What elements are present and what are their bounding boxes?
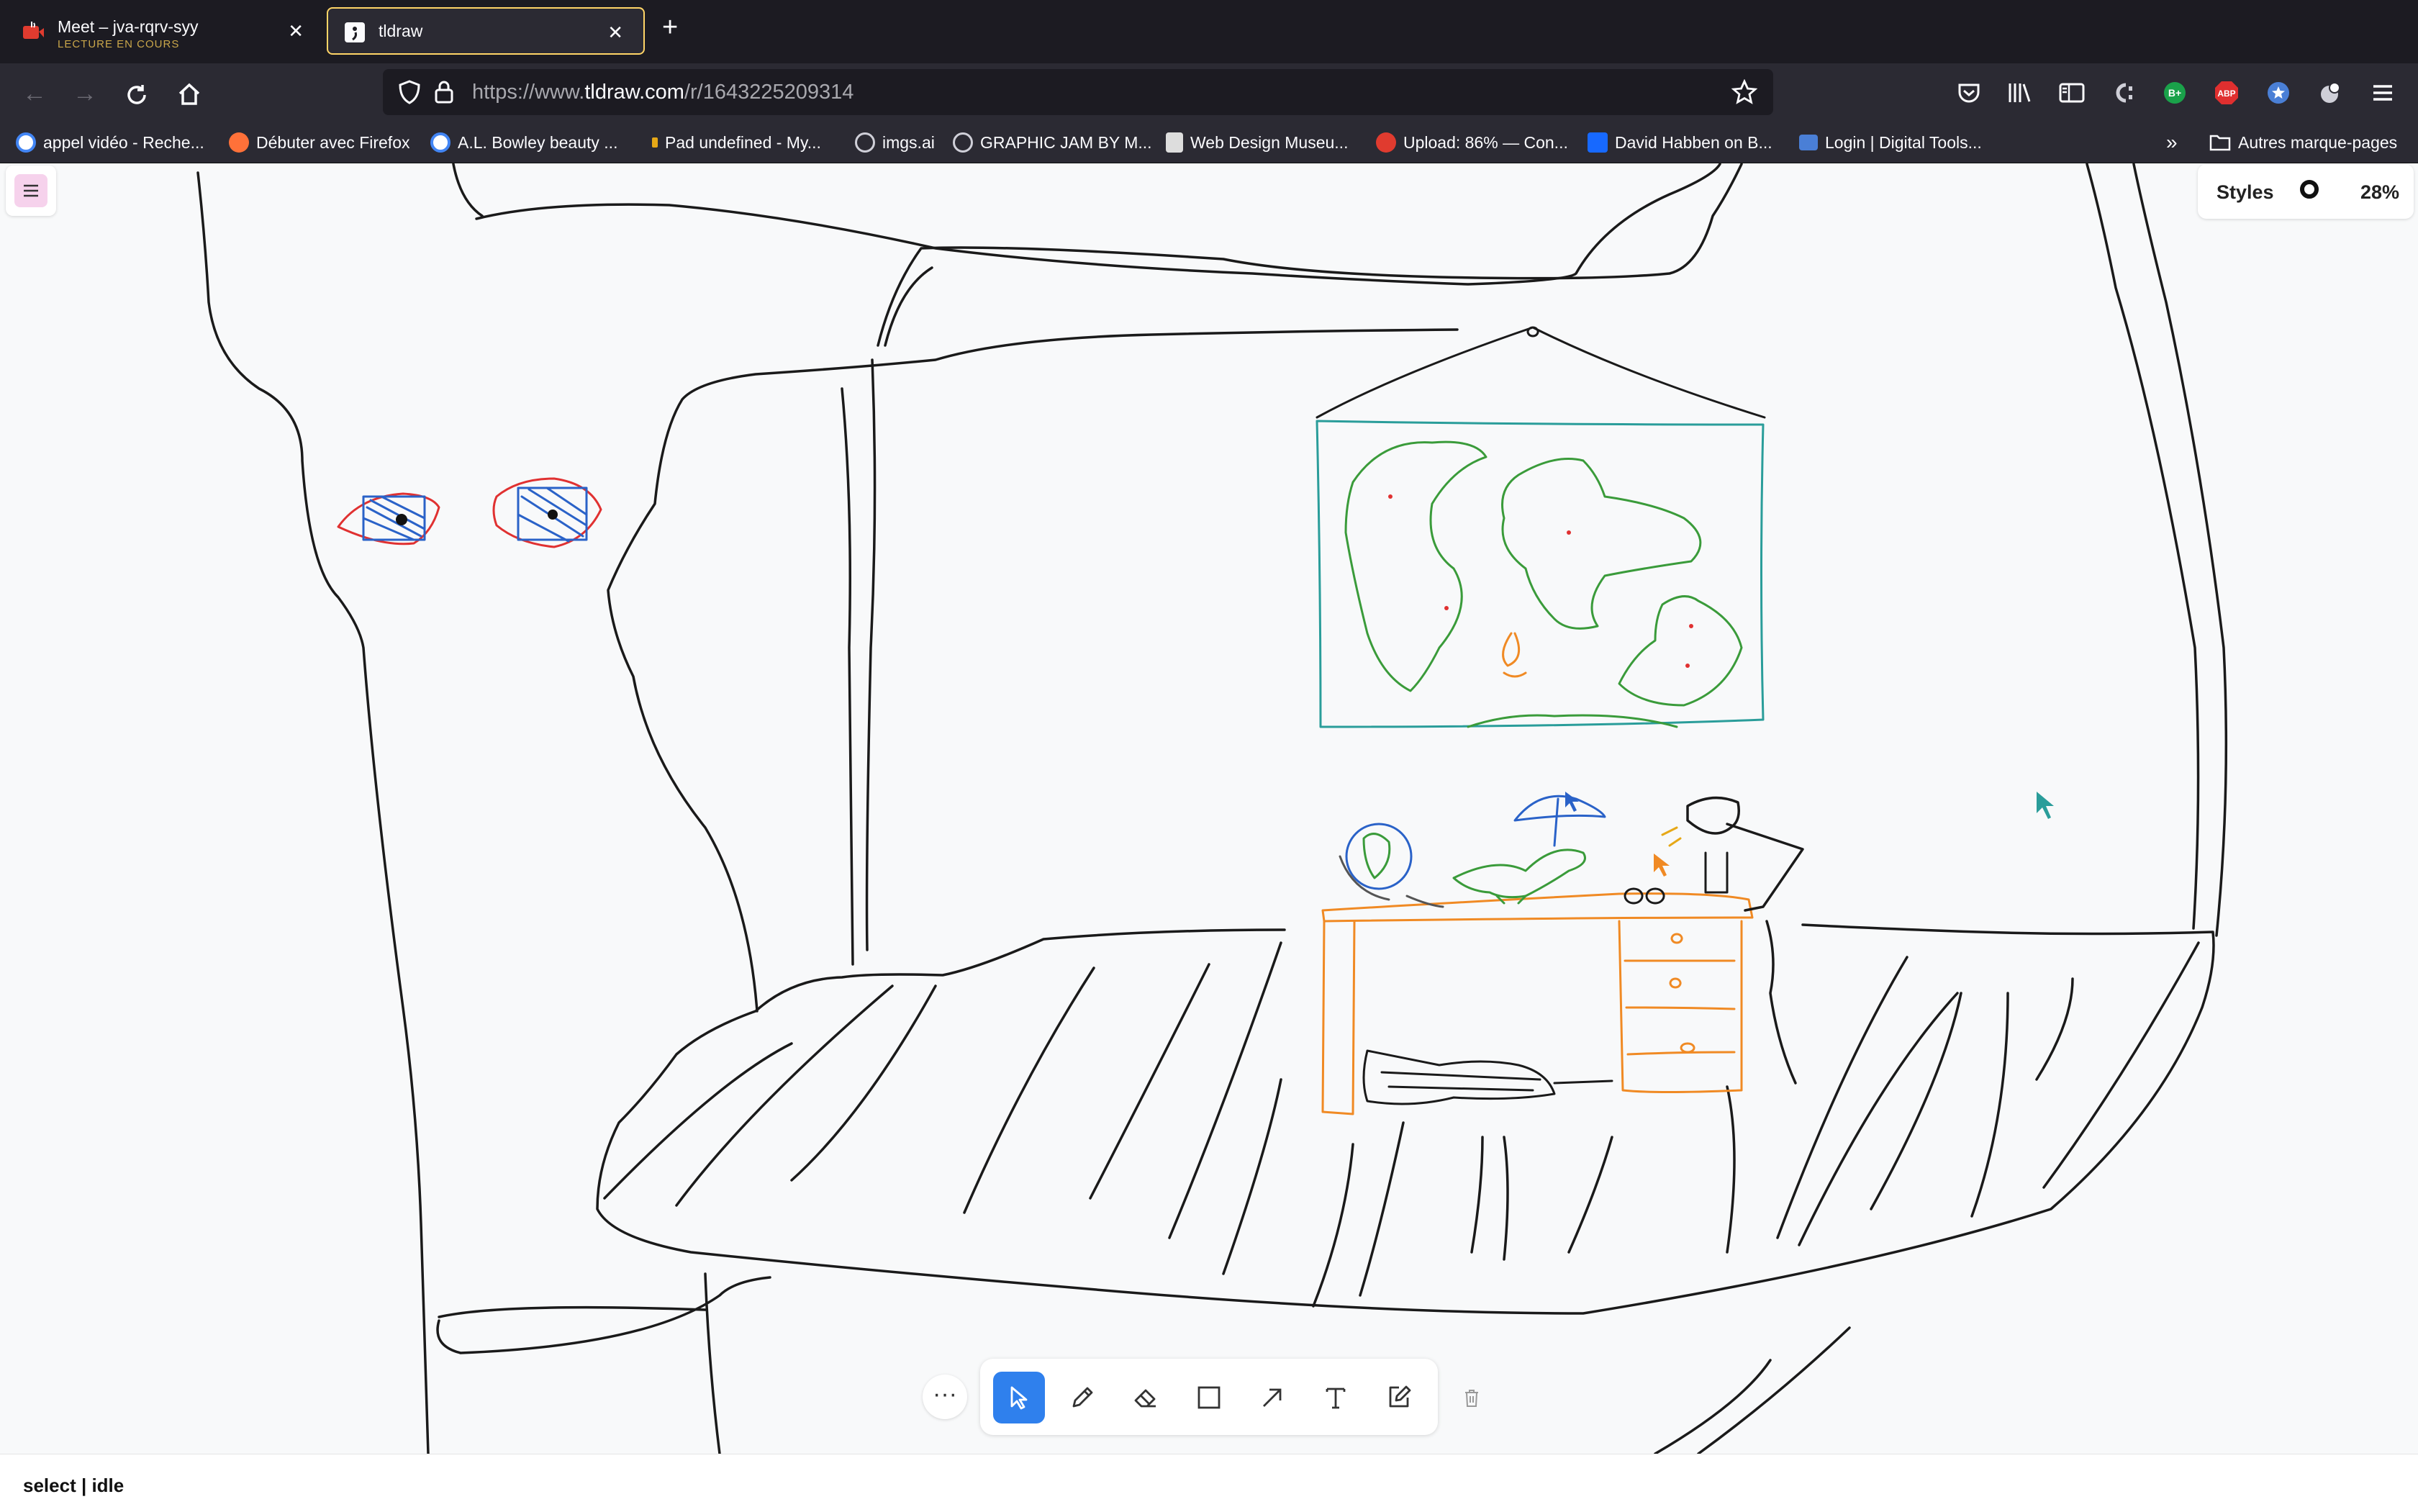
bookmark-item[interactable]: David Habben on B... — [1588, 130, 1772, 155]
text-icon — [1326, 1387, 1346, 1409]
google-icon — [16, 132, 36, 153]
other-bookmarks-folder[interactable]: Autres marque-pages — [2209, 130, 2397, 155]
eraser-icon — [1134, 1389, 1156, 1408]
url-text[interactable]: https://www.tldraw.com/r/1643225209314 — [472, 81, 853, 104]
bookmark-item[interactable]: appel vidéo - Reche... — [16, 130, 204, 155]
google-icon — [430, 132, 450, 153]
extension-c-icon[interactable] — [2107, 76, 2140, 109]
bookmark-item[interactable]: Web Design Museu... — [1166, 130, 1348, 155]
cursor-arrow-icon — [1010, 1386, 1028, 1410]
sticky-note-tool-button[interactable] — [1373, 1372, 1425, 1423]
bookmark-star-icon[interactable] — [1731, 79, 1757, 105]
museum-icon — [1166, 132, 1183, 153]
status-text: select | idle — [23, 1475, 124, 1496]
meet-audio-icon — [23, 22, 44, 39]
globe-icon — [855, 132, 875, 153]
eraser-tool-button[interactable] — [1120, 1372, 1172, 1423]
new-tab-plus-icon[interactable]: + — [662, 13, 678, 42]
pencil-icon — [1072, 1387, 1093, 1408]
close-tab-icon[interactable]: ✕ — [607, 22, 623, 43]
lamp-sketch — [1624, 796, 1804, 1085]
styles-panel[interactable]: Styles 28% — [2198, 164, 2414, 219]
zoom-level[interactable]: 28% — [2360, 181, 2399, 204]
tools-icon — [1799, 135, 1818, 150]
extension-green-icon[interactable]: B+ — [2158, 76, 2191, 109]
main-menu-button[interactable] — [6, 166, 56, 216]
bookmark-item[interactable]: Pad undefined - My... — [652, 130, 821, 155]
styles-label: Styles — [2216, 181, 2274, 203]
bookmarks-toolbar: appel vidéo - Reche... Débuter avec Fire… — [0, 122, 2418, 163]
back-arrow-icon[interactable]: ← — [19, 78, 50, 109]
firefox-icon — [229, 132, 249, 153]
pad-icon — [652, 137, 658, 148]
behance-icon — [1588, 132, 1608, 153]
svg-text:B+: B+ — [2168, 87, 2181, 99]
extension-star-icon[interactable] — [2262, 76, 2295, 109]
close-tab-icon[interactable]: ✕ — [288, 20, 304, 42]
upload-icon — [1376, 132, 1396, 153]
eyes-sketch — [337, 477, 602, 548]
bookmark-item[interactable]: imgs.ai — [855, 130, 935, 155]
bookmark-item[interactable]: Login | Digital Tools... — [1799, 130, 1982, 155]
status-bar: select | idle — [0, 1454, 2418, 1512]
tab-tldraw[interactable]: tldraw ✕ — [327, 7, 645, 55]
url-bar[interactable]: https://www.tldraw.com/r/1643225209314 — [383, 69, 1773, 115]
pocket-icon[interactable] — [1952, 76, 1985, 109]
tldraw-icon — [345, 22, 365, 42]
globe-icon — [953, 132, 973, 153]
home-icon[interactable] — [174, 79, 204, 109]
bookmark-item[interactable]: GRAPHIC JAM BY M... — [953, 130, 1152, 155]
collaborator-cursor-icon — [1565, 792, 1579, 812]
desk-sketch — [1321, 892, 1754, 1115]
keyboard-sketch — [1362, 1049, 1613, 1105]
hamburger-menu-icon — [24, 184, 38, 197]
library-icon[interactable] — [2003, 76, 2036, 109]
collaborator-cursor-icon — [2037, 792, 2054, 819]
hamburger-menu-icon[interactable] — [2366, 76, 2399, 109]
tab-title: tldraw — [379, 22, 423, 40]
room-sketch — [196, 163, 2228, 1454]
delete-button[interactable] — [1449, 1376, 1494, 1421]
more-tools-button[interactable]: ··· — [923, 1375, 967, 1419]
extension-puzzle-icon[interactable] — [2314, 76, 2347, 109]
globe-sketch — [1339, 823, 1444, 908]
bookmarks-overflow-chevron-icon[interactable]: » — [2166, 130, 2178, 155]
reader-sidebar-icon[interactable] — [2055, 76, 2088, 109]
bookmark-item[interactable]: A.L. Bowley beauty ... — [430, 130, 617, 155]
forward-arrow-icon[interactable]: → — [69, 78, 101, 109]
map-sketch — [1316, 326, 1766, 728]
reload-icon[interactable] — [122, 81, 151, 109]
lock-icon[interactable] — [433, 79, 455, 105]
sticky-note-edit-icon — [1389, 1385, 1411, 1408]
text-tool-button[interactable] — [1310, 1372, 1362, 1423]
arrow-tool-button[interactable] — [1246, 1372, 1298, 1423]
drawing-canvas[interactable] — [0, 163, 2418, 1454]
rectangle-tool-button[interactable] — [1183, 1372, 1235, 1423]
arrow-icon — [1263, 1388, 1282, 1407]
bookmark-item[interactable]: Upload: 86% — Con... — [1376, 130, 1568, 155]
navigation-toolbar: ← → https://www.tldraw.com/r/16432252093… — [0, 63, 2418, 122]
tool-palette — [980, 1359, 1438, 1435]
trash-icon — [1465, 1390, 1478, 1407]
shield-icon[interactable] — [397, 79, 422, 105]
dinosaur-sketch — [1452, 795, 1606, 905]
color-swatch-icon[interactable] — [2300, 180, 2319, 199]
bookmark-item[interactable]: Débuter avec Firefox — [229, 130, 409, 155]
select-tool-button[interactable] — [993, 1372, 1045, 1423]
tab-strip: Meet – jva-rqrv-syy LECTURE EN COURS ✕ t… — [0, 0, 2418, 63]
tab-audio-status: LECTURE EN COURS — [58, 38, 180, 50]
draw-tool-button[interactable] — [1056, 1372, 1108, 1423]
tab-meet[interactable]: Meet – jva-rqrv-syy LECTURE EN COURS ✕ — [7, 7, 324, 55]
rectangle-icon — [1197, 1386, 1221, 1409]
svg-text:ABP: ABP — [2217, 89, 2235, 99]
tab-title: Meet – jva-rqrv-syy — [58, 17, 199, 36]
folder-icon — [2209, 135, 2231, 151]
collaborator-cursor-icon — [1654, 854, 1670, 877]
adblock-plus-icon[interactable]: ABP — [2210, 76, 2243, 109]
